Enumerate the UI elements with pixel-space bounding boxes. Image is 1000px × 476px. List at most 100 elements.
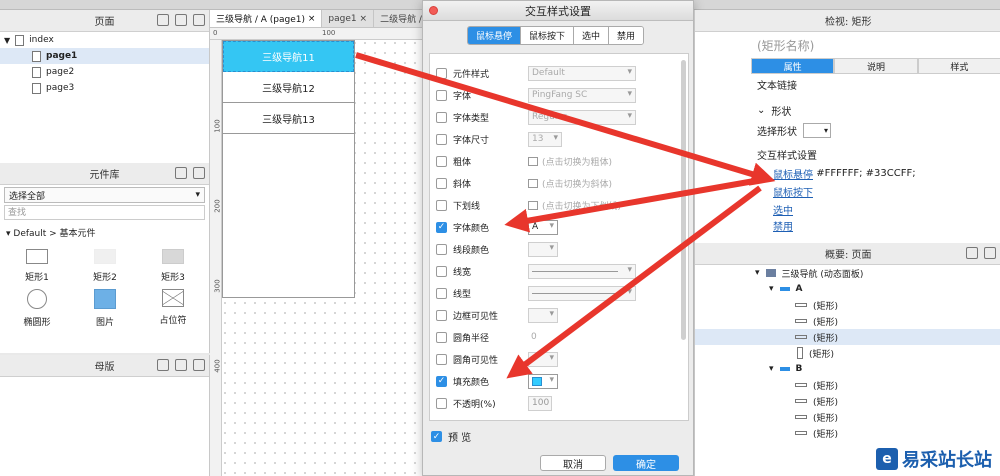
shape-name-input[interactable]: (矩形名称) (757, 32, 1000, 58)
line-color-picker[interactable] (528, 241, 558, 257)
italic-toggle[interactable]: (点击切换为斜体) (528, 176, 612, 191)
outline-item-dynamic-panel[interactable]: ▾ 三级导航 (动态面板) (695, 265, 1000, 281)
font-size-select[interactable]: 13 (528, 131, 562, 147)
checkbox-underline[interactable] (436, 199, 447, 211)
checkbox-preview[interactable]: ✓ (431, 431, 442, 442)
selected-style-link[interactable]: 选中 (773, 202, 793, 217)
close-window-icon[interactable] (429, 6, 438, 15)
widget-search-input[interactable]: 查找 (4, 205, 205, 220)
checkbox-line-color[interactable] (436, 243, 447, 255)
close-icon[interactable]: × (308, 14, 316, 24)
checkbox-bold[interactable] (436, 155, 447, 167)
checkbox-italic[interactable] (436, 177, 447, 189)
tab-notes[interactable]: 说明 (834, 58, 918, 74)
disabled-style-link[interactable]: 禁用 (773, 218, 793, 233)
checkbox-corner-visibility[interactable] (436, 353, 447, 365)
add-folder-icon[interactable] (175, 14, 187, 26)
dynamic-panel-nav[interactable]: 三级导航11 三级导航12 三级导航13 (222, 40, 355, 298)
ok-button[interactable]: 确定 (613, 455, 679, 471)
search-icon[interactable] (984, 247, 996, 259)
checkbox-line-width[interactable] (436, 265, 447, 277)
tab-page1[interactable]: page1 × (322, 10, 375, 27)
shape-section-header[interactable]: ⌄ 形状 (757, 100, 1000, 120)
widget-ellipse[interactable]: 椭圆形 (6, 289, 68, 328)
widget-rect1[interactable]: 矩形1 (6, 249, 68, 283)
page-tree-item-page3[interactable]: page3 (0, 80, 209, 96)
widget-group-header[interactable]: ▾ Default > 基本元件 (0, 222, 209, 243)
outline-item-rect-selected[interactable]: (矩形) (695, 329, 1000, 345)
outline-item-rect[interactable]: (矩形) (695, 377, 1000, 393)
tab-hover[interactable]: 鼠标悬停 (468, 27, 522, 44)
tab-page1-nav[interactable]: 三级导航 / A (page1) × (210, 10, 323, 27)
checkbox-border-visibility[interactable] (436, 309, 447, 321)
tab-selected[interactable]: 选中 (574, 27, 610, 44)
tab-disabled[interactable]: 禁用 (609, 27, 644, 44)
outline-item-rect[interactable]: (矩形) (695, 313, 1000, 329)
outline-item-rect[interactable]: (矩形) (695, 425, 1000, 441)
search-icon[interactable] (193, 359, 205, 371)
fill-color-picker[interactable] (528, 373, 558, 389)
checkbox-font-color[interactable]: ✓ (436, 221, 447, 233)
tab-style[interactable]: 样式 (917, 58, 1000, 74)
widget-style-select[interactable]: Default (528, 65, 636, 81)
search-icon[interactable] (193, 167, 205, 179)
line-width-select[interactable] (528, 263, 636, 279)
outline-item-rect[interactable]: (矩形) (695, 409, 1000, 425)
checkbox-font-size[interactable] (436, 133, 447, 145)
widget-placeholder[interactable]: 占位符 (142, 289, 204, 328)
close-icon[interactable]: × (360, 14, 368, 24)
bold-toggle[interactable]: (点击切换为粗体) (528, 154, 612, 169)
corner-radius-input[interactable]: 0 (528, 330, 558, 345)
page-tree-item-page1[interactable]: page1 (0, 48, 209, 64)
properties-scrollbar[interactable] (681, 60, 686, 340)
nav-item-12[interactable]: 三级导航12 (223, 72, 354, 103)
tab-mousedown[interactable]: 鼠标按下 (521, 27, 575, 44)
text-link-row[interactable]: 文本链接 (757, 74, 1000, 94)
add-page-icon[interactable] (157, 14, 169, 26)
checkbox-fill-color[interactable]: ✓ (436, 375, 447, 387)
checkbox-opacity[interactable] (436, 397, 447, 409)
add-folder-icon[interactable] (175, 359, 187, 371)
style-properties-list: 元件样式 Default 字体 PingFang SC 字体类型 Regular 字体… (429, 53, 689, 421)
border-visibility-select[interactable] (528, 307, 558, 323)
press-style-link[interactable]: 鼠标按下 (773, 184, 813, 199)
opacity-input[interactable]: 100 (528, 395, 552, 411)
page-tree-item-page2[interactable]: page2 (0, 64, 209, 80)
outline-item-state-b[interactable]: ▾ B (695, 361, 1000, 377)
outline-item-state-a[interactable]: ▾ A (695, 281, 1000, 297)
widget-rect2[interactable]: 矩形2 (74, 249, 136, 283)
nav-item-11[interactable]: 三级导航11 (223, 41, 354, 72)
library-select[interactable]: 选择全部 ▾ (4, 187, 205, 203)
menu-icon[interactable] (175, 167, 187, 179)
font-select[interactable]: PingFang SC (528, 87, 636, 103)
font-color-picker[interactable]: A (528, 219, 558, 235)
shape-select[interactable]: ▾ (803, 122, 831, 138)
outline-item-rect[interactable]: (矩形) (695, 297, 1000, 313)
add-master-icon[interactable] (157, 359, 169, 371)
page-tree-item-index[interactable]: ▼ index (0, 32, 209, 48)
search-icon[interactable] (193, 14, 205, 26)
page-tree-label: page2 (46, 67, 75, 77)
hover-style-link[interactable]: 鼠标悬停 (773, 166, 813, 181)
checkbox-widget-style[interactable] (436, 67, 447, 79)
prop-row-italic: 斜体 (点击切换为斜体) (430, 172, 688, 194)
checkbox-line-type[interactable] (436, 287, 447, 299)
corner-visibility-select[interactable] (528, 351, 558, 367)
nav-item-13[interactable]: 三级导航13 (223, 103, 354, 134)
preview-toggle[interactable]: ✓ 预 览 (431, 429, 471, 444)
tab-properties[interactable]: 属性 (751, 58, 835, 74)
cancel-button[interactable]: 取消 (540, 455, 606, 471)
widget-image[interactable]: 图片 (74, 289, 136, 328)
font-type-select[interactable]: Regular (528, 109, 636, 125)
outline-item-rect[interactable]: (矩形) (695, 345, 1000, 361)
chevron-down-icon[interactable]: ▼ (4, 36, 10, 45)
underline-toggle[interactable]: (点击切换为下划线) (528, 198, 621, 213)
filter-icon[interactable] (966, 247, 978, 259)
widget-rect3[interactable]: 矩形3 (142, 249, 204, 283)
checkbox-font-type[interactable] (436, 111, 447, 123)
checkbox-font[interactable] (436, 89, 447, 101)
outline-item-rect[interactable]: (矩形) (695, 393, 1000, 409)
nav-item-label: 三级导航12 (262, 83, 315, 95)
line-type-select[interactable] (528, 285, 636, 301)
checkbox-corner-radius[interactable] (436, 331, 447, 343)
